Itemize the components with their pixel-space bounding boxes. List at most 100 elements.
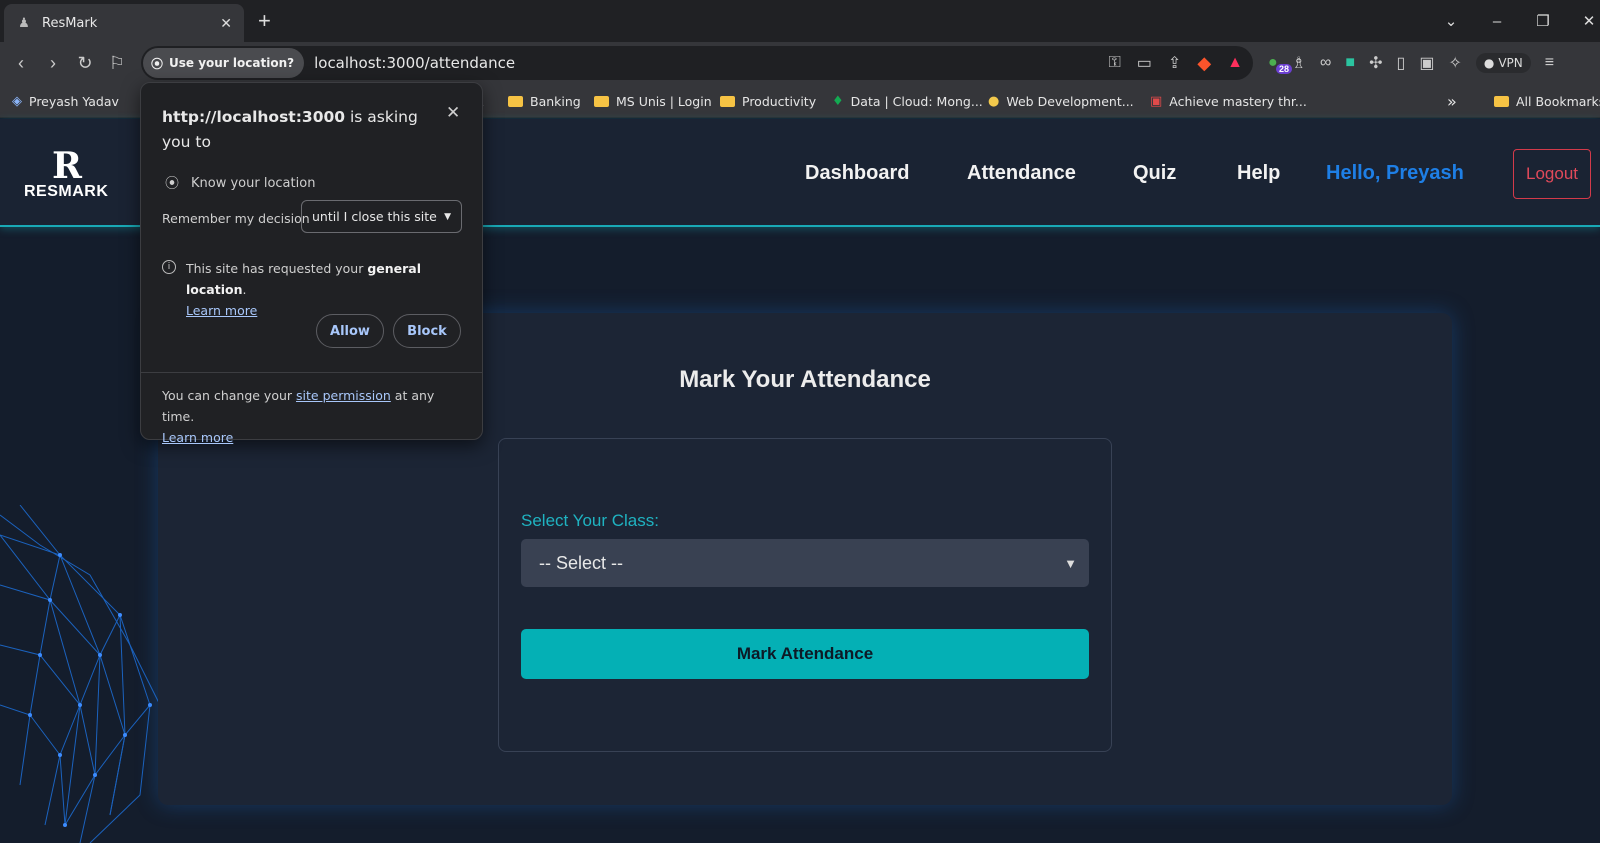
tab-search-icon[interactable]: ⌄ (1428, 12, 1474, 30)
vpn-label: VPN (1498, 56, 1523, 70)
popup-footer: You can change your site permission at a… (162, 385, 462, 448)
forward-icon[interactable]: › (37, 53, 69, 74)
vpn-icon: ● (1483, 56, 1495, 70)
browser-tab[interactable]: ♟ ResMark ✕ (4, 4, 244, 42)
location-permission-chip[interactable]: ⦿ Use your location? (143, 48, 305, 78)
learn-more-link[interactable]: Learn more (186, 303, 257, 318)
bookmark-folder[interactable]: MS Unis | Login (594, 84, 712, 118)
brave-rewards-icon[interactable]: ▲ (1227, 54, 1243, 72)
mongodb-leaf-icon: ♦ (832, 93, 844, 109)
location-pin-icon: ⦿ (151, 56, 164, 71)
address-bar[interactable]: ⦿ Use your location? localhost:3000/atte… (141, 46, 1253, 80)
allow-button[interactable]: Allow (316, 314, 384, 348)
reload-icon[interactable]: ↻ (69, 53, 101, 74)
leo-icon[interactable]: ✧ (1448, 53, 1461, 73)
bookmark-item[interactable]: ◈ Preyash Yadav (12, 84, 119, 118)
bookmark-label: Achieve mastery thr... (1169, 93, 1307, 109)
nav-quiz[interactable]: Quiz (1133, 119, 1176, 227)
bookmark-label: MS Unis | Login (616, 93, 712, 109)
site-permission-link[interactable]: site permission (296, 388, 391, 403)
brave-shields-icon[interactable]: ◆ (1197, 53, 1211, 74)
extension-icon[interactable]: ● 28 (1268, 54, 1293, 74)
bookmark-folder[interactable]: Productivity (720, 84, 816, 118)
all-bookmarks[interactable]: All Bookmarks (1494, 84, 1600, 118)
bookmark-label: Productivity (742, 93, 817, 109)
location-pin-icon: ⦿ (165, 176, 179, 192)
extension-icon-2[interactable]: ♗ (1292, 53, 1306, 73)
nav-attendance[interactable]: Attendance (967, 119, 1076, 227)
info-icon: i (162, 260, 176, 274)
footer-learn-more-link[interactable]: Learn more (162, 430, 233, 445)
wallet-icon[interactable]: ▣ (1419, 53, 1434, 73)
back-icon[interactable]: ‹ (5, 53, 37, 74)
popup-divider (141, 372, 482, 373)
install-icon[interactable]: ▭ (1137, 53, 1152, 73)
popup-title: http://localhost:3000 is asking you to (162, 105, 432, 155)
bookmarks-overflow-icon[interactable]: » (1447, 84, 1457, 118)
logout-button[interactable]: Logout (1513, 149, 1591, 199)
folder-icon (508, 95, 523, 107)
vpn-button[interactable]: ● VPN (1475, 53, 1531, 73)
folder-icon (720, 95, 735, 107)
browser-tab-strip: ♟ ResMark ✕ + ⌄ – ❐ ✕ (0, 0, 1600, 42)
bookmark-label: Web Development... (1006, 93, 1134, 109)
info-suffix: . (242, 282, 247, 297)
mark-attendance-button[interactable]: Mark Attendance (521, 629, 1089, 679)
shield-icon: ◈ (12, 93, 22, 109)
permission-row: ⦿ Know your location (165, 173, 315, 193)
extensions-area: ● 28 ♗ ∞ ■ ✣ ▯ ▣ ✧ ● VPN ≡ (1268, 42, 1554, 84)
bookmark-icon[interactable]: ⚐ (101, 53, 133, 74)
url-text[interactable]: localhost:3000/attendance (314, 54, 515, 72)
info-prefix: This site has requested your (186, 261, 368, 276)
remember-dropdown[interactable]: until I close this site ▼ (301, 200, 462, 233)
extension-badge: 28 (1276, 64, 1293, 74)
extension-icon-3[interactable]: ∞ (1320, 54, 1331, 72)
location-permission-popup: http://localhost:3000 is asking you to ✕… (140, 82, 483, 445)
folder-icon (594, 95, 609, 107)
class-select-value: -- Select -- (539, 552, 624, 573)
logo[interactable]: R RESMARK (24, 145, 109, 201)
extension-icon-4[interactable]: ■ (1345, 54, 1355, 72)
tab-close-icon[interactable]: ✕ (220, 15, 232, 32)
folder-icon (1494, 95, 1509, 107)
site-icon: ▣ (1150, 93, 1163, 109)
bookmark-label: Data | Cloud: Mong... (850, 93, 983, 109)
tab-title: ResMark (42, 15, 98, 31)
bookmark-folder[interactable]: Banking (508, 84, 581, 118)
bookmark-item[interactable]: ▣ Achieve mastery thr... (1150, 84, 1307, 118)
remember-value: until I close this site (312, 209, 437, 224)
site-icon: ● (988, 93, 1000, 109)
omnibox-actions: ⚿ ▭ ⇪ ◆ ▲ (1109, 46, 1243, 80)
bookmark-item[interactable]: ♦ Data | Cloud: Mong... (832, 84, 983, 118)
restore-icon[interactable]: ❐ (1520, 12, 1566, 30)
nav-help[interactable]: Help (1237, 119, 1280, 227)
location-chip-label: Use your location? (169, 56, 295, 70)
favicon-icon: ♟ (18, 15, 30, 30)
dropdown-arrow-icon: ▼ (444, 211, 451, 222)
chevron-down-icon: ▼ (1064, 555, 1077, 571)
bookmark-item[interactable]: ● Web Development... (988, 84, 1134, 118)
bookmark-label: Banking (530, 93, 581, 109)
nav-dashboard[interactable]: Dashboard (805, 119, 909, 227)
all-bookmarks-label: All Bookmarks (1516, 93, 1600, 109)
share-icon[interactable]: ⇪ (1168, 53, 1181, 73)
window-controls: ⌄ – ❐ ✕ (1428, 0, 1600, 42)
attendance-form (498, 438, 1112, 752)
permission-text: Know your location (191, 175, 316, 191)
new-tab-button[interactable]: + (258, 8, 271, 34)
class-select[interactable]: -- Select -- ▼ (521, 539, 1089, 587)
sidebar-icon[interactable]: ▯ (1397, 53, 1406, 73)
logo-wordmark: RESMARK (24, 183, 109, 200)
minimize-icon[interactable]: – (1474, 13, 1520, 30)
puzzle-icon[interactable]: ✣ (1369, 53, 1382, 73)
menu-icon[interactable]: ≡ (1545, 54, 1554, 72)
popup-close-icon[interactable]: ✕ (446, 103, 460, 123)
popup-origin: http://localhost:3000 (162, 108, 346, 126)
key-icon[interactable]: ⚿ (1109, 54, 1121, 72)
block-button[interactable]: Block (393, 314, 461, 348)
bookmark-label: Preyash Yadav (29, 93, 119, 109)
window-close-icon[interactable]: ✕ (1566, 12, 1600, 30)
class-select-label: Select Your Class: (521, 511, 659, 530)
user-greeting: Hello, Preyash (1326, 161, 1464, 184)
logo-mark: R (52, 145, 82, 187)
